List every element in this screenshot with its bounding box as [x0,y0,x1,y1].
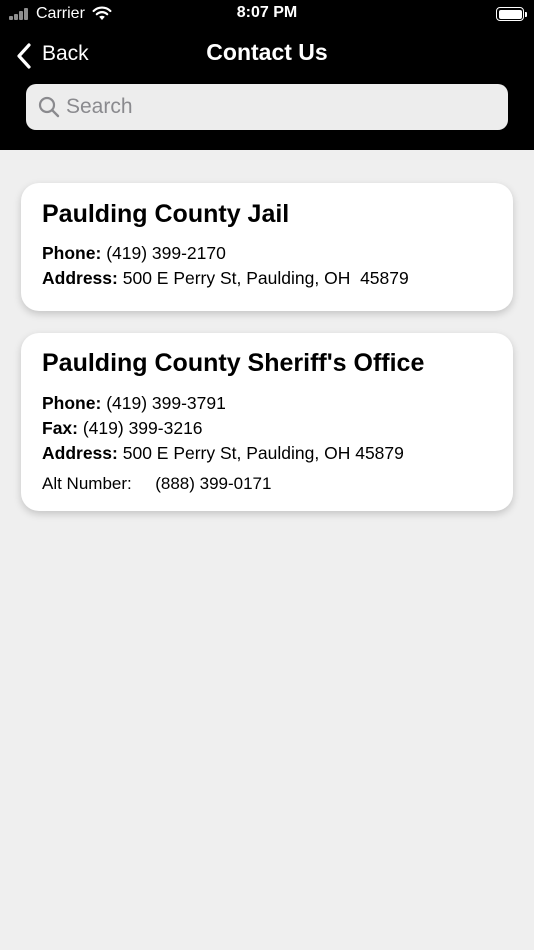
address-value[interactable]: 500 E Perry St, Paulding, OH 45879 [123,443,404,463]
battery-icon [496,7,527,21]
address-value[interactable]: 500 E Perry St, Paulding, OH 45879 [123,268,409,288]
status-time: 8:07 PM [236,4,298,21]
address-label: Address: [42,443,118,463]
alt-number-line: Alt Number: (888) 399-0171 [42,474,271,494]
fax-value: (419) 399-3216 [82,418,203,438]
phone-line: Phone: (419) 399-3791 [42,393,226,414]
address-label: Address: [42,268,118,288]
phone-label: Phone: [42,393,102,413]
nav-header: Carrier 8:07 PM Back Contact Us [0,0,534,150]
phone-label: Phone: [42,243,102,263]
status-bar: Carrier 8:07 PM [0,0,534,28]
search-icon [38,96,60,118]
contact-card-jail[interactable]: Paulding County Jail Phone: (419) 399-21… [21,183,513,311]
alt-number-label: Alt Number: [42,474,132,493]
address-line: Address: 500 E Perry St, Paulding, OH 45… [42,443,404,464]
fax-line: Fax: (419) 399-3216 [42,418,203,439]
contact-name: Paulding County Sheriff's Office [42,349,425,377]
phone-value[interactable]: (419) 399-2170 [106,243,226,263]
search-bar[interactable] [26,84,508,130]
alt-number-value[interactable]: (888) 399-0171 [155,474,271,493]
search-input[interactable] [66,84,496,130]
contact-name: Paulding County Jail [42,200,290,228]
fax-label: Fax: [42,418,78,438]
phone-line: Phone: (419) 399-2170 [42,243,226,264]
contact-card-sheriff[interactable]: Paulding County Sheriff's Office Phone: … [21,333,513,511]
page-title: Contact Us [206,39,328,65]
address-line: Address: 500 E Perry St, Paulding, OH 45… [42,268,409,289]
phone-value[interactable]: (419) 399-3791 [106,393,226,413]
